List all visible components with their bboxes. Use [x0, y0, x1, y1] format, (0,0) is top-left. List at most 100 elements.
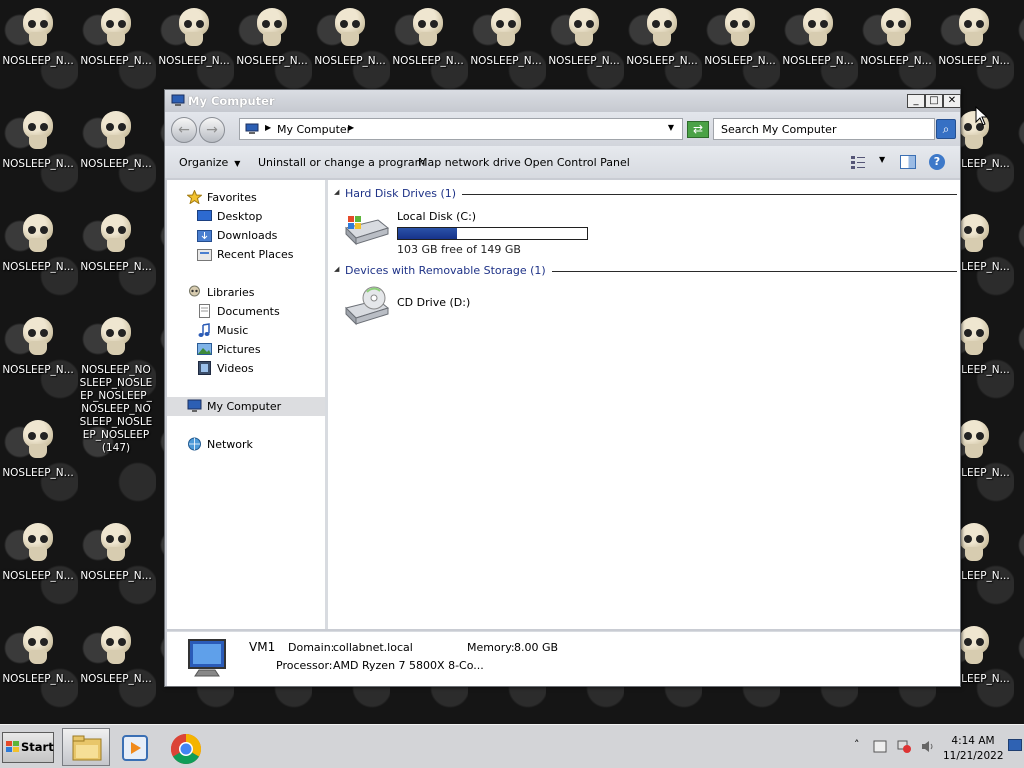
desktop-icon-nosleep[interactable]: NOSLEEP_N...: [0, 624, 76, 686]
breadcrumb-my-computer[interactable]: My Computer: [277, 123, 351, 136]
preview-pane-icon[interactable]: [900, 155, 916, 169]
help-button[interactable]: ?: [929, 154, 945, 170]
desktop-icon-nosleep[interactable]: NOSLEEP_N...: [78, 109, 154, 171]
desktop-icon-nosleep-long[interactable]: NOSLEEP_NOSLEEP_NOSLEEP_NOSLEEP_NOSLEEP_…: [78, 315, 154, 455]
disk-usage-bar: [397, 227, 588, 240]
content-pane: ◢ Hard Disk Drives (1) Local Disk (C:) 1…: [328, 180, 960, 629]
desktop-icon-nosleep[interactable]: NOSLEEP_N...: [780, 6, 856, 68]
clock-time[interactable]: 4:14 AM: [943, 735, 1003, 747]
minimize-button[interactable]: _: [907, 94, 925, 108]
desktop-icon-nosleep[interactable]: NOSLEEP_N...: [468, 6, 544, 68]
show-desktop-button[interactable]: [1008, 739, 1022, 751]
maximize-button[interactable]: □: [925, 94, 943, 108]
nav-libraries[interactable]: Libraries: [187, 283, 345, 302]
show-hidden-icons-icon[interactable]: ˄: [854, 738, 860, 751]
desktop-icon-nosleep[interactable]: NOSLEEP_N...: [0, 418, 76, 480]
nav-my-computer[interactable]: My Computer: [167, 397, 325, 416]
skull-icon: [332, 6, 368, 52]
breadcrumb-chevron-icon[interactable]: ▶: [265, 123, 271, 132]
desktop-icon-label: NOSLEEP_N...: [704, 55, 776, 67]
desktop-icon-nosleep[interactable]: NOSLEEP_N...: [78, 212, 154, 274]
skull-icon: [98, 6, 134, 52]
memory-value: 8.00 GB: [514, 641, 559, 654]
desktop-icon-nosleep[interactable]: NOSLEEP_N...: [156, 6, 232, 68]
desktop-icon-nosleep[interactable]: NOSLEEP_N...: [312, 6, 388, 68]
title-bar[interactable]: My Computer _ □ ✕: [165, 90, 961, 112]
refresh-button[interactable]: ⇄: [687, 121, 709, 138]
desktop-icon-nosleep[interactable]: NOSLEEP_N...: [78, 624, 154, 686]
taskbar-media-player[interactable]: [114, 728, 162, 766]
action-center-icon[interactable]: [873, 740, 887, 753]
address-bar-row: ← → ▶ My Computer ▶ ▼ ⇄ Search My Comput…: [165, 112, 960, 146]
desktop-icon-nosleep[interactable]: NOSLEEP_N...: [624, 6, 700, 68]
desktop-icon-nosleep[interactable]: NOSLEEP_N...: [0, 212, 76, 274]
open-control-panel-button[interactable]: Open Control Panel: [524, 156, 630, 169]
desktop-icon-label: NOSLEEP_N...: [2, 570, 74, 582]
desktop-icon-label: NOSLEEP_N...: [80, 570, 152, 582]
skull-icon: [410, 6, 446, 52]
computer-icon: [171, 94, 185, 106]
skull-icon: [956, 6, 992, 52]
clock-date[interactable]: 11/21/2022: [943, 750, 1004, 762]
hard-disk-drives-group-header[interactable]: ◢ Hard Disk Drives (1): [334, 187, 957, 201]
desktop-icon-nosleep[interactable]: NOSLEEP_N...: [0, 315, 76, 377]
search-input[interactable]: Search My Computer: [713, 118, 935, 140]
skull-icon: [20, 6, 56, 52]
desktop-icon-label: NOSLEEP_N...: [860, 55, 932, 67]
desktop-icon-label: NOSLEEP_N...: [2, 261, 74, 273]
map-network-drive-button[interactable]: Map network drive: [418, 156, 521, 169]
skull-icon: [956, 212, 992, 258]
mouse-cursor-icon: [975, 106, 987, 126]
nav-label: Favorites: [207, 191, 257, 204]
start-button[interactable]: Start: [2, 732, 54, 763]
search-button[interactable]: ⌕: [936, 119, 956, 139]
desktop-icon-label: NOSLEEP_N...: [470, 55, 542, 67]
system-tray: ˄ 4:14 AM 11/21/2022: [848, 729, 1024, 765]
drive-name: Local Disk (C:): [397, 210, 477, 223]
view-options-dropdown-icon[interactable]: ▼: [879, 155, 885, 164]
collapse-triangle-icon[interactable]: ◢: [334, 188, 339, 196]
desktop-icon-nosleep[interactable]: NOSLEEP_N...: [936, 6, 1012, 68]
desktop-icon-nosleep[interactable]: NOSLEEP_N...: [78, 521, 154, 583]
network-warning-icon[interactable]: [897, 740, 911, 753]
skull-icon: [20, 521, 56, 567]
desktop-icon-nosleep[interactable]: NOSLEEP_N...: [0, 521, 76, 583]
desktop-icon-nosleep[interactable]: NOSLEEP_N...: [78, 6, 154, 68]
uninstall-program-button[interactable]: Uninstall or change a program: [258, 156, 425, 169]
desktop-icon-nosleep[interactable]: NOSLEEP_N...: [702, 6, 778, 68]
change-view-icon[interactable]: [850, 155, 866, 169]
close-button[interactable]: ✕: [943, 94, 961, 108]
nav-favorites[interactable]: Favorites: [187, 188, 345, 207]
volume-icon[interactable]: [921, 740, 935, 753]
windows-logo-icon: [6, 741, 19, 752]
desktop-icon-nosleep[interactable]: NOSLEEP_N...: [390, 6, 466, 68]
nav-label: Libraries: [207, 286, 255, 299]
cd-drive-icon: [345, 286, 390, 326]
address-bar[interactable]: ▶ My Computer ▶ ▼: [239, 118, 683, 140]
desktop-icon-nosleep[interactable]: NOSLEEP_N...: [546, 6, 622, 68]
window-title: My Computer: [188, 94, 275, 108]
desktop-icon-nosleep[interactable]: NOSLEEP_N...: [234, 6, 310, 68]
skull-icon: [98, 109, 134, 155]
address-dropdown-icon[interactable]: ▼: [668, 123, 674, 132]
desktop-icon-label: NOSLEEP_N...: [2, 673, 74, 685]
skull-icon: [98, 624, 134, 670]
organize-button[interactable]: Organize ▼: [179, 156, 240, 169]
collapse-triangle-icon[interactable]: ◢: [334, 265, 339, 273]
desktop-icon-label: NOSLEEP_N...: [2, 158, 74, 170]
back-button[interactable]: ←: [171, 117, 197, 143]
libraries-icon: [189, 285, 200, 297]
desktop-icon-nosleep-shortcut[interactable]: NOSLEEP_N...: [0, 6, 76, 68]
group-title: Hard Disk Drives (1): [345, 187, 463, 200]
details-pane: VM1 Domain: collabnet.local Memory: 8.00…: [167, 631, 960, 686]
taskbar-chrome[interactable]: [164, 728, 212, 766]
nav-network[interactable]: Network: [187, 435, 345, 454]
desktop-icon-nosleep[interactable]: NOSLEEP_N...: [0, 109, 76, 171]
removable-storage-group-header[interactable]: ◢ Devices with Removable Storage (1): [334, 264, 957, 278]
taskbar-explorer[interactable]: [62, 728, 110, 766]
my-computer-window: My Computer _ □ ✕ ← → ▶ My Computer ▶ ▼ …: [164, 89, 961, 687]
skull-icon: [488, 6, 524, 52]
desktop-icon-nosleep[interactable]: NOSLEEP_N...: [858, 6, 934, 68]
forward-button[interactable]: →: [199, 117, 225, 143]
breadcrumb-chevron-icon[interactable]: ▶: [348, 123, 354, 132]
